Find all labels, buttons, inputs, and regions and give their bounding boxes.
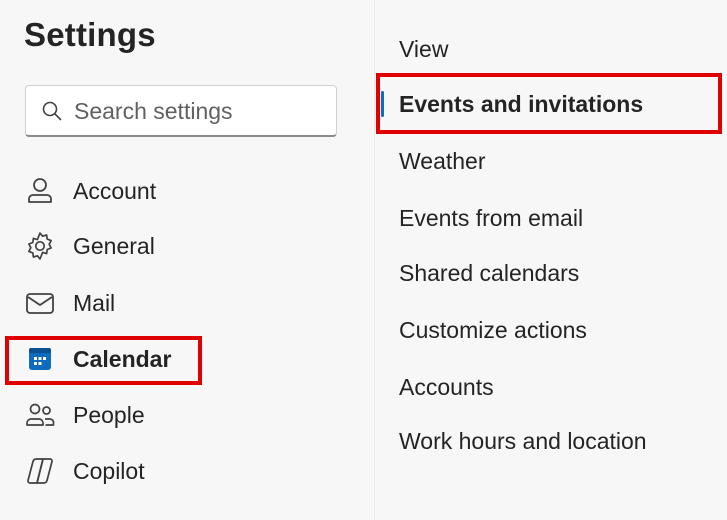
highlight-box-events-and-invitations (376, 73, 722, 134)
nav-item-copilot[interactable]: Copilot (22, 449, 222, 493)
search-icon (42, 101, 62, 121)
nav-item-mail[interactable]: Mail (22, 281, 222, 325)
subnav-label-view: View (399, 35, 449, 62)
search-input[interactable] (74, 94, 329, 128)
people-icon (22, 397, 58, 433)
subnav-label-customize-actions: Customize actions (399, 316, 587, 343)
nav-label-copilot: Copilot (73, 457, 145, 484)
nav-label-mail: Mail (73, 289, 116, 316)
nav-label-people: People (73, 401, 145, 428)
subnav-label-accounts: Accounts (399, 373, 494, 400)
gear-icon (22, 228, 58, 264)
subnav-label-events-from-email: Events from email (399, 204, 584, 231)
nav-label-general: General (73, 232, 155, 259)
subnav-item-weather[interactable]: Weather (399, 141, 486, 181)
subnav-item-customize-actions[interactable]: Customize actions (399, 310, 587, 350)
copilot-icon (22, 453, 58, 489)
nav-item-account[interactable]: Account (22, 169, 222, 213)
subnav-label-weather: Weather (399, 147, 486, 174)
subnav-item-shared-calendars[interactable]: Shared calendars (399, 253, 579, 293)
subnav-item-view[interactable]: View (399, 29, 448, 69)
subnav-item-events-from-email[interactable]: Events from email (399, 198, 583, 238)
search-box[interactable] (25, 85, 337, 137)
nav-label-account: Account (73, 177, 157, 204)
subnav-label-shared-calendars: Shared calendars (399, 259, 580, 286)
subnav-item-work-hours-and-location[interactable]: Work hours and location (399, 421, 647, 461)
settings-title: Settings (24, 16, 156, 53)
nav-item-general[interactable]: General (22, 224, 222, 268)
mail-icon (22, 285, 58, 321)
highlight-box-calendar (5, 336, 202, 385)
subnav-item-accounts[interactable]: Accounts (399, 367, 494, 407)
nav-item-people[interactable]: People (22, 393, 222, 437)
person-icon (22, 173, 58, 209)
subnav-label-work-hours-and-location: Work hours and location (399, 427, 647, 454)
